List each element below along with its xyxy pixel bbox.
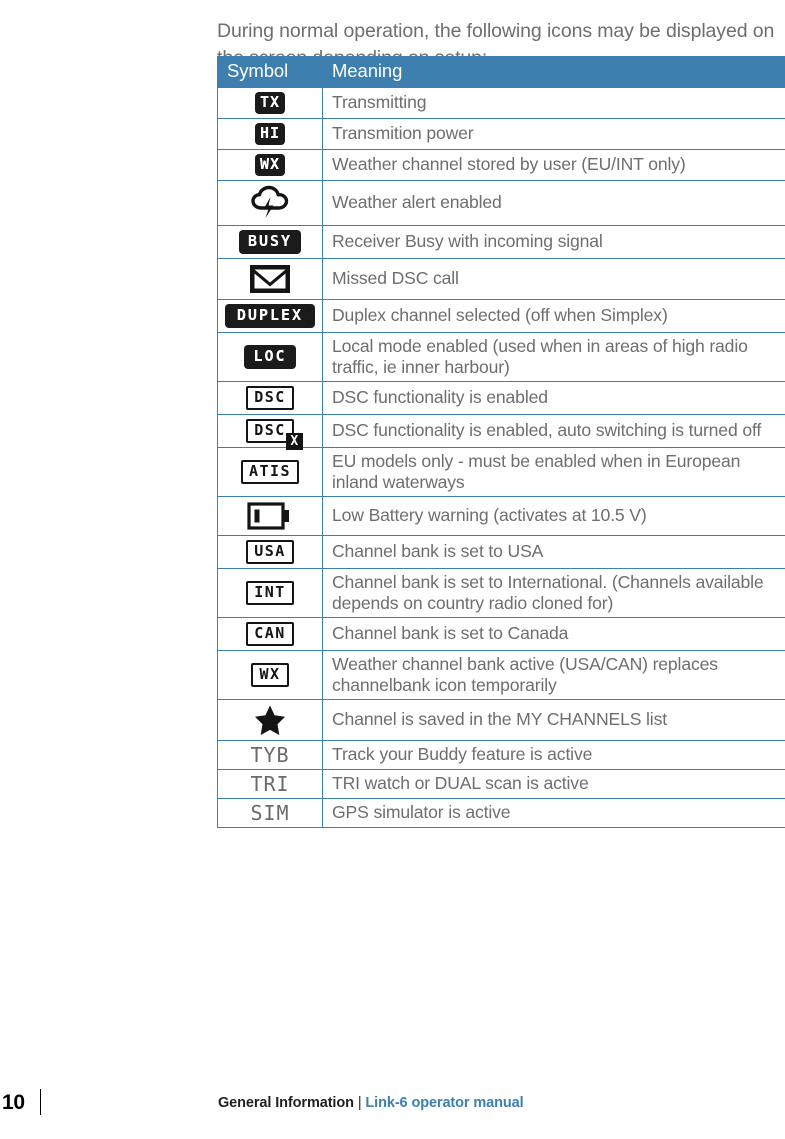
meaning-cell: Weather channel stored by user (EU/INT o…	[322, 149, 785, 181]
meaning-cell: Channel bank is set to Canada	[322, 617, 785, 651]
table-row: Weather alert enabled	[217, 180, 785, 226]
table-header-row: Symbol Meaning	[217, 56, 785, 88]
footer-section-label: General Information	[218, 1095, 354, 1111]
symbol-cell: TX	[217, 87, 323, 119]
table-row: BUSY Receiver Busy with incoming signal	[217, 225, 785, 259]
table-row: WX Weather channel stored by user (EU/INT…	[217, 149, 785, 181]
symbol-cell	[217, 180, 323, 226]
atis-icon: ATIS	[240, 460, 300, 484]
meaning-cell: Track your Buddy feature is active	[322, 740, 785, 770]
meaning-cell: Transmition power	[322, 118, 785, 150]
table-row: CAN Channel bank is set to Canada	[217, 617, 785, 651]
symbol-cell: INT	[217, 568, 323, 618]
symbol-cell: DSC X	[217, 414, 323, 450]
cross-badge-icon: X	[285, 433, 303, 450]
table-row: Channel is saved in the MY CHANNELS list	[217, 699, 785, 741]
dsc-icon: DSC	[246, 386, 294, 410]
dsc-no-autoswitch-icon: DSC X	[246, 419, 303, 450]
usa-bank-icon: USA	[246, 540, 294, 564]
sim-icon: SIM	[250, 801, 290, 825]
meaning-cell: GPS simulator is active	[322, 798, 785, 828]
meaning-cell: DSC functionality is enabled, auto switc…	[322, 414, 785, 448]
meaning-cell: Missed DSC call	[322, 258, 785, 300]
symbol-cell	[217, 258, 323, 300]
table-row: Missed DSC call	[217, 258, 785, 300]
meaning-cell: TRI watch or DUAL scan is active	[322, 769, 785, 799]
table-row: DUPLEX Duplex channel selected (off when …	[217, 299, 785, 333]
table-row: DSC X DSC functionality is enabled, auto s…	[217, 414, 785, 450]
tyb-icon: TYB	[250, 743, 290, 767]
footer-breadcrumb: General Information | Link-6 operator ma…	[218, 1095, 524, 1111]
tri-icon: TRI	[250, 772, 290, 796]
table-row: TX Transmitting	[217, 87, 785, 119]
envelope-icon	[248, 263, 292, 295]
table-row: TYB Track your Buddy feature is active	[217, 740, 785, 770]
icon-reference-table: Symbol Meaning TX Transmitting HI Transmiti…	[217, 56, 785, 828]
symbol-cell: SIM	[217, 798, 323, 828]
table-row: INT Channel bank is set to International.…	[217, 568, 785, 618]
symbol-cell: DUPLEX	[217, 299, 323, 333]
low-battery-icon	[247, 501, 293, 531]
weather-alert-cloud-icon	[248, 185, 292, 221]
meaning-cell: Low Battery warning (activates at 10.5 V…	[322, 496, 785, 536]
symbol-cell: USA	[217, 535, 323, 569]
busy-icon: BUSY	[238, 230, 302, 254]
meaning-cell: EU models only - must be enabled when in…	[322, 447, 785, 497]
column-header-meaning: Meaning	[322, 56, 785, 88]
symbol-cell	[217, 699, 323, 741]
meaning-cell: Receiver Busy with incoming signal	[322, 225, 785, 259]
symbol-cell: ATIS	[217, 447, 323, 497]
star-icon	[253, 704, 287, 736]
meaning-cell: Duplex channel selected (off when Simple…	[322, 299, 785, 333]
symbol-cell: TYB	[217, 740, 323, 770]
symbol-cell: TRI	[217, 769, 323, 799]
duplex-icon: DUPLEX	[224, 304, 316, 328]
footer-separator: |	[357, 1095, 362, 1111]
meaning-cell: Weather channel bank active (USA/CAN) re…	[322, 650, 785, 700]
can-bank-icon: CAN	[246, 622, 294, 646]
table-row: USA Channel bank is set to USA	[217, 535, 785, 569]
table-row: LOC Local mode enabled (used when in area…	[217, 332, 785, 382]
column-header-symbol: Symbol	[217, 56, 323, 88]
meaning-cell: Channel bank is set to International. (C…	[322, 568, 785, 618]
page-number: 10	[2, 1091, 25, 1114]
symbol-cell: BUSY	[217, 225, 323, 259]
symbol-cell: LOC	[217, 332, 323, 382]
page-footer: 10 General Information | Link-6 operator…	[0, 1079, 785, 1139]
int-bank-icon: INT	[246, 581, 294, 605]
footer-document-label: Link-6 operator manual	[365, 1095, 524, 1111]
table-row: Low Battery warning (activates at 10.5 V…	[217, 496, 785, 536]
table-row: DSC DSC functionality is enabled	[217, 381, 785, 415]
wx-stored-icon: WX	[254, 154, 286, 176]
manual-page: During normal operation, the following i…	[0, 0, 785, 1139]
meaning-cell: Channel is saved in the MY CHANNELS list	[322, 699, 785, 741]
meaning-cell: Weather alert enabled	[322, 180, 785, 226]
meaning-cell: Transmitting	[322, 87, 785, 119]
table-row: ATIS EU models only - must be enabled whe…	[217, 447, 785, 497]
symbol-cell: WX	[217, 149, 323, 181]
hi-power-icon: HI	[254, 123, 286, 145]
symbol-cell: WX	[217, 650, 323, 700]
table-body: TX Transmitting HI Transmition power WX Weath…	[217, 87, 785, 828]
table-row: WX Weather channel bank active (USA/CAN) …	[217, 650, 785, 700]
meaning-cell: DSC functionality is enabled	[322, 381, 785, 415]
table-row: TRI TRI watch or DUAL scan is active	[217, 769, 785, 799]
table-row: HI Transmition power	[217, 118, 785, 150]
symbol-cell	[217, 496, 323, 536]
meaning-cell: Channel bank is set to USA	[322, 535, 785, 569]
tx-icon: TX	[254, 92, 286, 114]
symbol-cell: HI	[217, 118, 323, 150]
loc-icon: LOC	[244, 345, 296, 369]
wx-bank-icon: WX	[251, 663, 289, 687]
symbol-cell: CAN	[217, 617, 323, 651]
symbol-cell: DSC	[217, 381, 323, 415]
table-row: SIM GPS simulator is active	[217, 798, 785, 828]
page-number-divider	[40, 1089, 41, 1115]
meaning-cell: Local mode enabled (used when in areas o…	[322, 332, 785, 382]
